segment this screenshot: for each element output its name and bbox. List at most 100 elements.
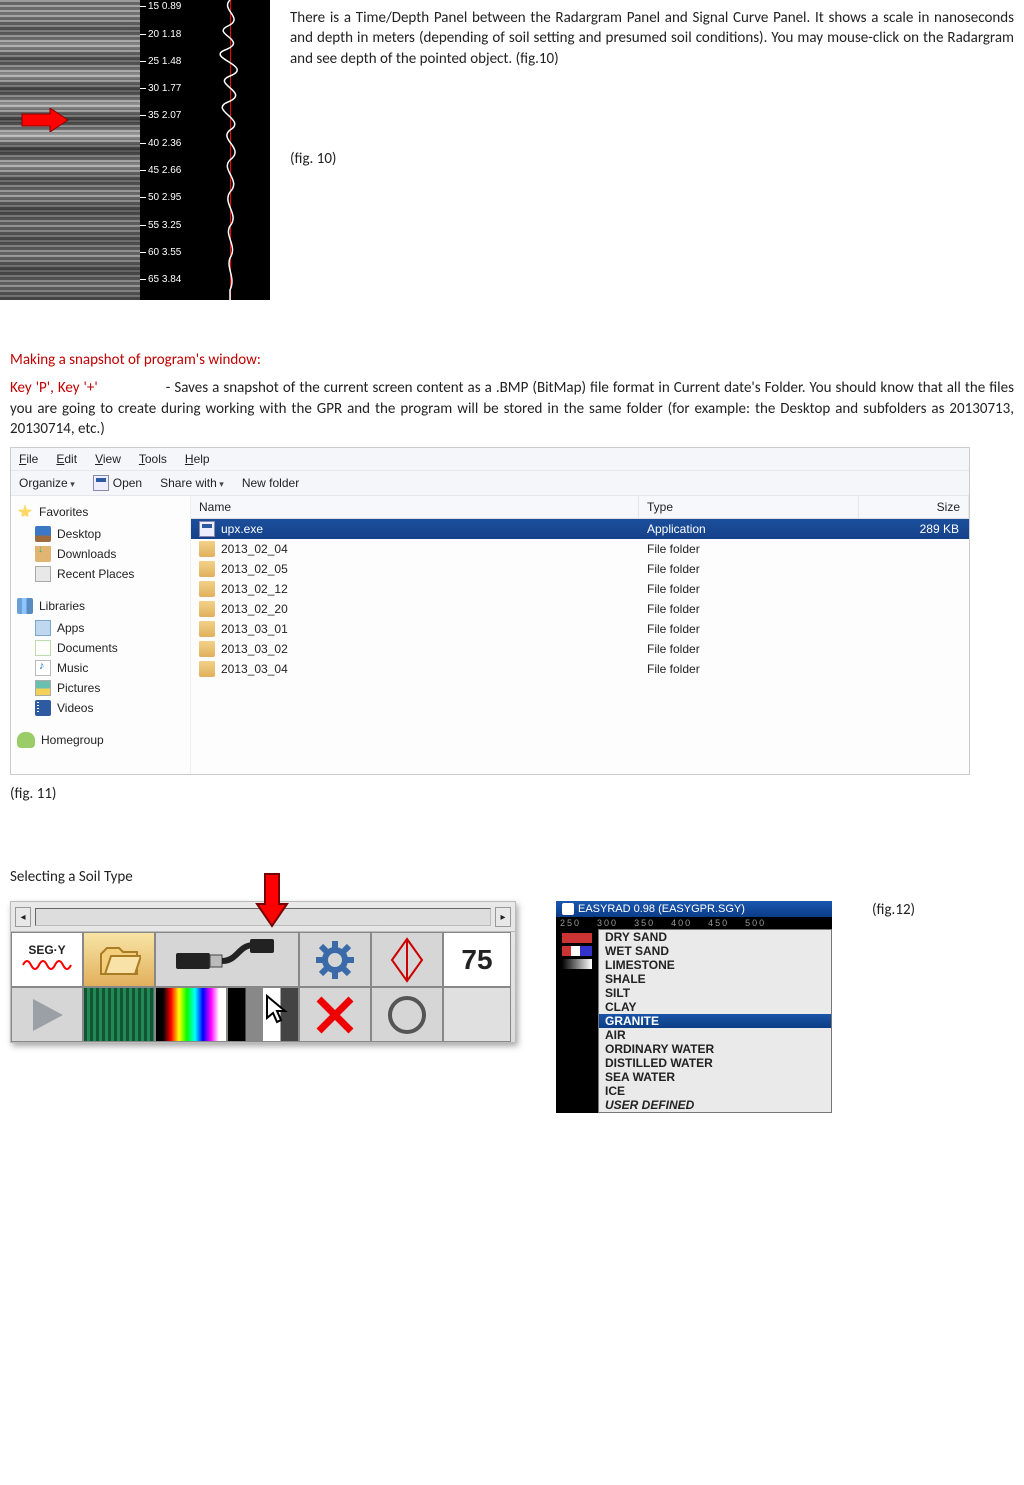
nav-music[interactable]: Music [17,658,184,678]
menu-help[interactable]: Help [185,452,210,466]
soil-option[interactable]: DRY SAND [599,930,831,944]
soil-option[interactable]: SEA WATER [599,1070,831,1084]
depth-tick: 35 2.07 [140,110,190,122]
folder-icon [199,561,215,577]
toolbar-share[interactable]: Share with [160,476,224,490]
menu-edit[interactable]: Edit [56,452,77,466]
depth-tick: 15 0.89 [140,1,190,13]
menu-view[interactable]: View [95,452,121,466]
recent-icon [35,566,51,582]
desktop-icon [35,526,51,542]
application-icon [199,521,215,537]
nav-recent[interactable]: Recent Places [17,564,184,584]
depth-tick: 25 1.48 [140,55,190,67]
soil-option[interactable]: CLAY [599,1000,831,1014]
color-palette-button[interactable] [155,987,227,1042]
segy-button[interactable]: SEG·Y [11,932,83,987]
nav-favorites[interactable]: Favorites [17,504,184,520]
folder-icon [199,581,215,597]
snapshot-text: - Saves a snapshot of the current screen… [10,379,1014,438]
open-folder-button[interactable] [83,932,155,987]
file-row[interactable]: 2013_02_20File folder [191,599,969,619]
fig11-caption: (fig. 11) [0,781,1024,807]
app-toolbar-panel: ◂ ▸ SEG·Y [10,901,516,1043]
file-row[interactable]: 2013_03_02File folder [191,639,969,659]
open-icon [93,475,109,491]
toolbar-newfolder[interactable]: New folder [242,476,299,490]
downloads-icon [35,546,51,562]
soil-option[interactable]: GRANITE [599,1014,831,1028]
depth-tick: 40 2.36 [140,137,190,149]
nav-downloads[interactable]: Downloads [17,544,184,564]
soil-option[interactable]: ICE [599,1084,831,1098]
videos-icon [35,700,51,716]
fig12-caption: (fig.12) [872,901,915,919]
soil-option[interactable]: ORDINARY WATER [599,1042,831,1056]
col-header-name[interactable]: Name [191,496,639,518]
depth-tick: 20 1.18 [140,28,190,40]
grayscale-palette-button[interactable] [227,987,299,1042]
settings-button[interactable] [299,932,371,987]
soil-type-heading: Selecting a Soil Type [10,867,1014,887]
play-button[interactable] [11,987,83,1042]
depth-tick: 55 3.25 [140,219,190,231]
pictures-icon [35,680,51,696]
circle-icon [385,993,429,1037]
nav-homegroup[interactable]: Homegroup [17,732,184,748]
soil-option[interactable]: LIMESTONE [599,958,831,972]
toolbar-open[interactable]: Open [93,475,142,491]
toolbar-organize[interactable]: Organize [19,476,75,490]
documents-icon [35,640,51,656]
soil-type-dropdown-window: EASYRAD 0.98 (EASYGPR.SGY) 2503003504004… [556,901,832,1113]
fig10-caption: (fig. 10) [290,149,1014,169]
explorer-file-list: Name Type Size upx.exeApplication289 KB2… [191,496,969,774]
soil-option[interactable]: SHALE [599,972,831,986]
usb-connect-button[interactable] [155,932,299,987]
explorer-toolbar: Organize Open Share with New folder [11,470,969,496]
nav-desktop[interactable]: Desktop [17,524,184,544]
scroll-left-button[interactable]: ◂ [15,907,31,927]
music-icon [35,660,51,676]
menu-file[interactable]: File [19,452,38,466]
nav-documents[interactable]: Documents [17,638,184,658]
folder-icon [199,621,215,637]
apps-icon [35,620,51,636]
nav-videos[interactable]: Videos [17,698,184,718]
soil-option[interactable]: SILT [599,986,831,1000]
folder-icon [199,641,215,657]
file-row[interactable]: 2013_03_01File folder [191,619,969,639]
record-button[interactable] [371,987,443,1042]
signal-curve-panel [190,0,270,300]
menu-tools[interactable]: Tools [139,452,167,466]
nav-pictures[interactable]: Pictures [17,678,184,698]
file-row[interactable]: upx.exeApplication289 KB [191,519,969,539]
file-row[interactable]: 2013_02_05File folder [191,559,969,579]
nav-apps[interactable]: Apps [17,618,184,638]
scroll-right-button[interactable]: ▸ [495,907,511,927]
soil-option[interactable]: DISTILLED WATER [599,1056,831,1070]
nav-libraries[interactable]: Libraries [17,598,184,614]
radargram-panel[interactable] [0,0,140,300]
file-row[interactable]: 2013_03_04File folder [191,659,969,679]
depth-tick: 65 3.84 [140,274,190,286]
soil-type-list[interactable]: DRY SANDWET SANDLIMESTONESHALESILTCLAYGR… [598,929,832,1113]
soil-option[interactable]: WET SAND [599,944,831,958]
file-row[interactable]: 2013_02_12File folder [191,579,969,599]
timedepth-description: There is a Time/Depth Panel between the … [290,8,1014,69]
marker-button[interactable] [371,932,443,987]
snapshot-heading: Making a snapshot of program's window: [10,350,1014,370]
marker-diamond-icon [390,937,424,983]
delete-button[interactable] [299,987,371,1042]
col-header-type[interactable]: Type [639,496,859,518]
x-icon [313,993,357,1037]
col-header-size[interactable]: Size [859,496,969,518]
toolbar-scrollbar[interactable]: ◂ ▸ [11,902,515,932]
folder-icon [199,661,215,677]
file-row[interactable]: 2013_02_04File folder [191,539,969,559]
snapshot-keys: Key 'P', Key '+' [10,379,98,397]
soil-option[interactable]: USER DEFINED [599,1098,831,1112]
soil-option[interactable]: AIR [599,1028,831,1042]
app-icon [562,903,574,915]
radargram-preview-button[interactable] [83,987,155,1042]
depth-tick: 45 2.66 [140,164,190,176]
